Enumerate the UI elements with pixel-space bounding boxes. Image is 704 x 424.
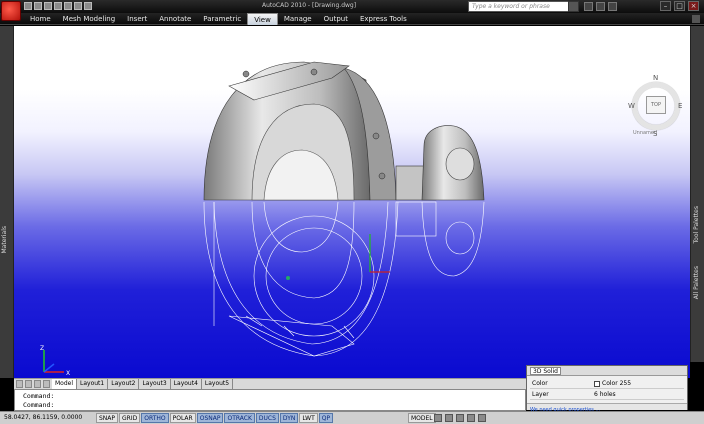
ribbon-tab-bar: Home Mesh Modeling Insert Annotate Parametri… (0, 13, 704, 25)
qp-key: Color (532, 380, 548, 387)
status-toggle-osnap[interactable]: OSNAP (196, 413, 224, 423)
qp-value-text: Color 255 (602, 380, 632, 387)
status-toggle-ortho[interactable]: ORTHO (141, 413, 169, 423)
communication-center-icon[interactable] (584, 2, 593, 11)
quick-properties-panel[interactable]: 3D Solid Color Color 255 Layer 6 holes W… (526, 365, 688, 413)
layout-tab-bar: Model Layout1 Layout2 Layout3 Layout4 Layout5 (14, 378, 526, 389)
title-bar: AutoCAD 2010 - [Drawing.dwg] Type a keyw… (0, 0, 704, 13)
pan-icon[interactable] (456, 414, 464, 422)
qp-row-layer[interactable]: Layer 6 holes (530, 390, 684, 400)
drawing-viewport[interactable]: TOP N S W E Unnamed Z X (14, 26, 690, 378)
restore-button[interactable]: □ (674, 1, 685, 11)
status-bar: 58.0427, 86.1159, 0.0000 SNAP GRID ORTHO PO… (0, 411, 704, 424)
plot-icon[interactable] (74, 2, 82, 10)
status-tray-icons (434, 414, 486, 422)
materials-palette-label: Materials (1, 226, 8, 254)
undo-icon[interactable] (54, 2, 62, 10)
first-tab-nav-icon[interactable] (16, 380, 23, 388)
viewcube[interactable]: TOP N S W E (628, 74, 688, 138)
all-palettes-label: All Palettes (693, 266, 700, 300)
last-tab-nav-icon[interactable] (43, 380, 50, 388)
ucs-icon: Z X (40, 345, 70, 377)
ribbon-tab-insert[interactable]: Insert (121, 13, 153, 25)
ribbon-tab-home[interactable]: Home (24, 13, 57, 25)
qp-row-color[interactable]: Color Color 255 (530, 379, 684, 389)
compass-west[interactable]: W (628, 102, 635, 110)
3d-model-canvas (203, 61, 485, 357)
command-line[interactable]: Command: Command: (14, 389, 526, 411)
layout-tab-layout3[interactable]: Layout3 (139, 379, 171, 389)
compass-north[interactable]: N (653, 74, 658, 82)
model-space-button[interactable]: MODEL (408, 413, 436, 423)
application-menu-button[interactable] (1, 1, 21, 21)
viewcube-top-face[interactable]: TOP (646, 96, 666, 114)
materials-palette[interactable]: Materials (0, 26, 14, 378)
layout-tab-layout4[interactable]: Layout4 (171, 379, 202, 389)
layout-tab-layout5[interactable]: Layout5 (202, 379, 234, 389)
ribbon-tabs: Home Mesh Modeling Insert Annotate Parametri… (24, 13, 413, 25)
ribbon-tab-view[interactable]: View (247, 13, 278, 25)
qp-value[interactable]: Color 255 (594, 380, 631, 387)
ribbon-tab-manage[interactable]: Manage (278, 13, 318, 25)
qat-menu-icon[interactable] (84, 2, 92, 10)
status-toggle-dyn[interactable]: DYN (279, 413, 299, 423)
status-toggle-polar[interactable]: POLAR (169, 413, 196, 423)
next-tab-nav-icon[interactable] (34, 380, 41, 388)
layout-tab-layout2[interactable]: Layout2 (108, 379, 140, 389)
qp-value[interactable]: 6 holes (594, 391, 616, 398)
open-icon[interactable] (34, 2, 42, 10)
help-icon[interactable] (608, 2, 617, 11)
tool-palettes[interactable]: Tool Palettes All Palettes (690, 26, 704, 362)
status-toggle-qp[interactable]: QP (318, 413, 334, 423)
quick-properties-header: 3D Solid (527, 366, 687, 376)
ribbon-tab-mesh-modeling[interactable]: Mesh Modeling (57, 13, 122, 25)
ribbon-tab-parametric[interactable]: Parametric (197, 13, 247, 25)
minimize-button[interactable]: – (660, 1, 671, 11)
layout-tab-model[interactable]: Model (52, 379, 78, 389)
status-toggle-snap[interactable]: SNAP (96, 413, 119, 423)
drafting-toggles: SNAP GRID ORTHO POLAR OSNAP OTRACK DUCS DYN LWT Q… (96, 413, 334, 423)
object-type-select[interactable]: 3D Solid (530, 367, 561, 375)
layout-tab-layout1[interactable]: Layout1 (77, 379, 109, 389)
window-title: AutoCAD 2010 - [Drawing.dwg] (262, 2, 357, 9)
solid-model (203, 61, 485, 201)
ribbon-tab-annotate[interactable]: Annotate (153, 13, 197, 25)
model-ucs-gizmo (286, 234, 390, 280)
svg-text:X: X (66, 370, 70, 377)
save-icon[interactable] (44, 2, 52, 10)
command-history-line: Command: (23, 392, 55, 400)
new-icon[interactable] (24, 2, 32, 10)
layout-tabs: Model Layout1 Layout2 Layout3 Layout4 Layout5 (52, 379, 234, 389)
steering-wheel-icon[interactable] (478, 414, 486, 422)
quick-access-toolbar (24, 2, 92, 10)
redo-icon[interactable] (64, 2, 72, 10)
color-swatch-icon (594, 380, 600, 387)
ribbon-tab-output[interactable]: Output (318, 13, 354, 25)
qp-key: Layer (532, 391, 549, 398)
search-icon[interactable] (568, 1, 579, 12)
status-toggle-lwt[interactable]: LWT (299, 413, 318, 423)
quick-view-layouts-icon[interactable] (434, 414, 442, 422)
command-prompt[interactable]: Command: (23, 401, 54, 409)
coordinate-readout[interactable]: 58.0427, 86.1159, 0.0000 (4, 414, 82, 421)
close-button[interactable]: × (688, 1, 699, 11)
status-toggle-otrack[interactable]: OTRACK (224, 413, 255, 423)
ribbon-tab-express-tools[interactable]: Express Tools (354, 13, 413, 25)
compass-east[interactable]: E (678, 102, 682, 110)
ribbon-minimize-icon[interactable] (692, 15, 700, 23)
quick-view-drawings-icon[interactable] (445, 414, 453, 422)
svg-text:Z: Z (40, 345, 44, 352)
ucs-menu[interactable]: Unnamed (633, 130, 657, 136)
infocenter-icons (584, 2, 617, 11)
tool-palettes-label: Tool Palettes (693, 206, 700, 244)
search-input[interactable]: Type a keyword or phrase (468, 1, 570, 12)
wireframe-model (203, 201, 485, 357)
status-toggle-grid[interactable]: GRID (119, 413, 141, 423)
status-toggle-ducs[interactable]: DUCS (255, 413, 279, 423)
favorites-star-icon[interactable] (596, 2, 605, 11)
zoom-icon[interactable] (467, 414, 475, 422)
prev-tab-nav-icon[interactable] (25, 380, 32, 388)
